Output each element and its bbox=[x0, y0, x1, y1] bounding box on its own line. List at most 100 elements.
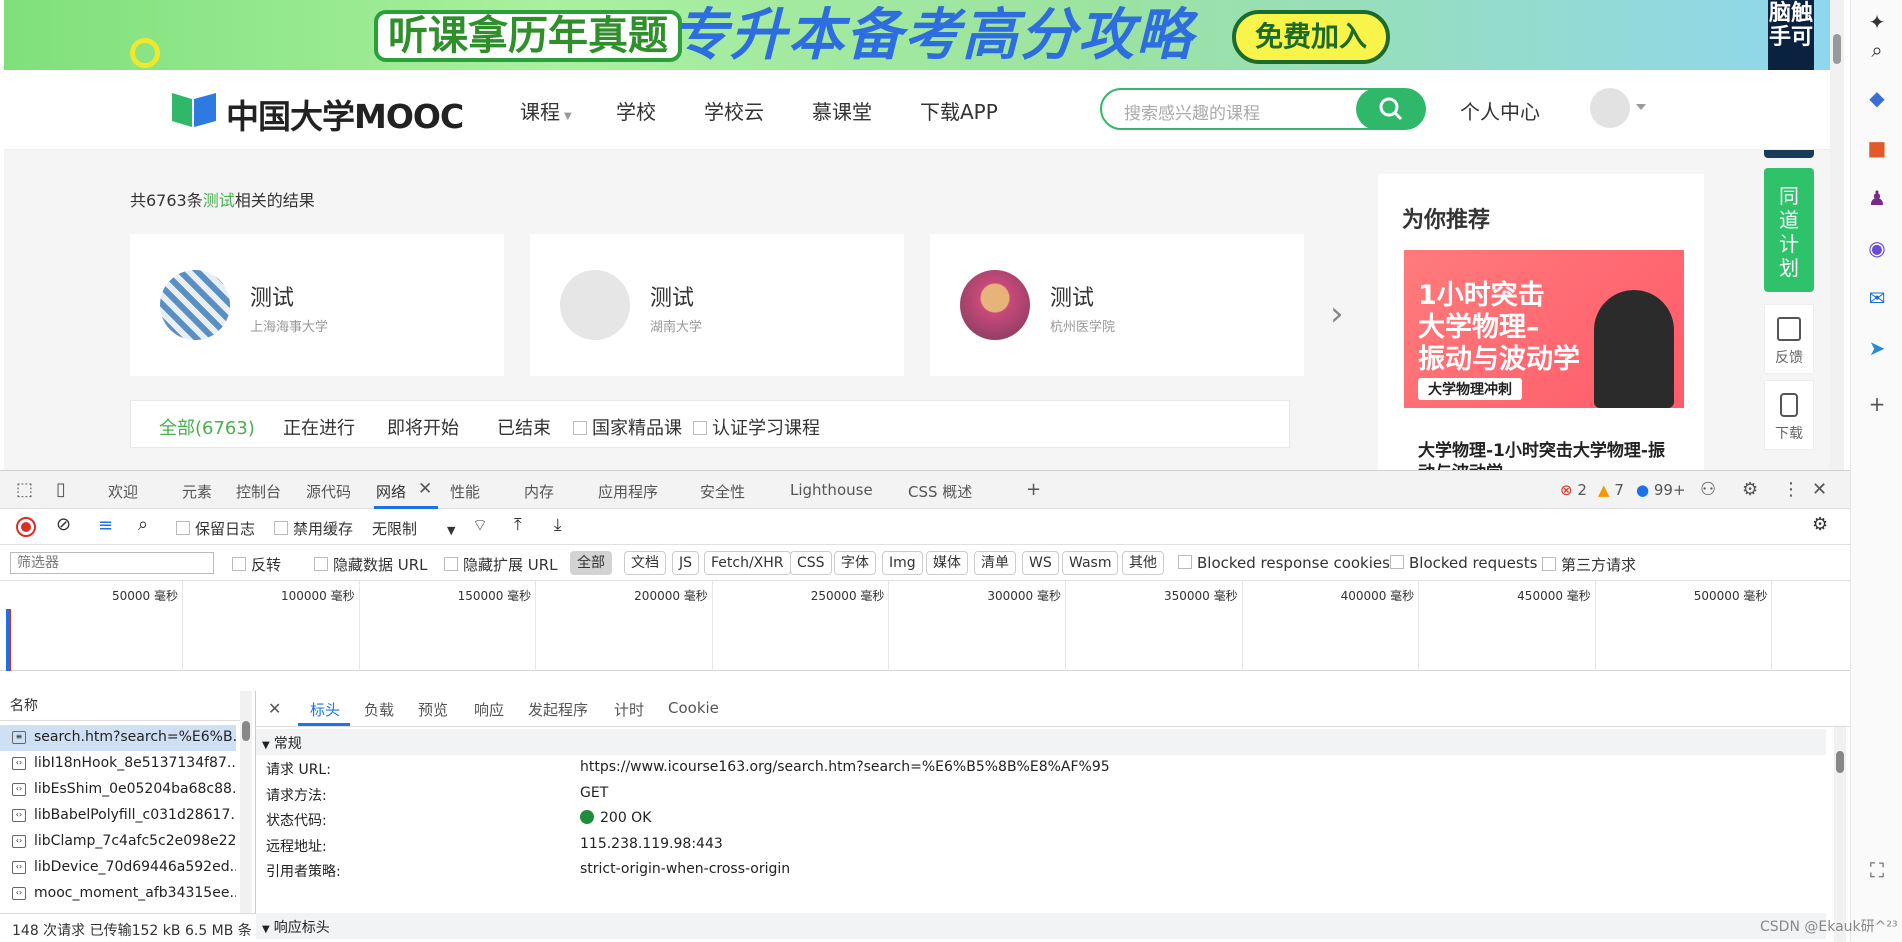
tab-sources[interactable]: 源代码 bbox=[306, 481, 351, 502]
chip-all[interactable]: 全部 bbox=[570, 551, 612, 575]
nav-download-app[interactable]: 下载APP bbox=[920, 96, 998, 125]
wifi-icon[interactable]: ⌔ bbox=[472, 515, 488, 536]
disable-cache-checkbox[interactable]: 禁用缓存 bbox=[274, 518, 353, 539]
page-scrollbar[interactable] bbox=[1830, 0, 1844, 470]
close-icon[interactable]: ✕ bbox=[418, 479, 432, 499]
network-timeline[interactable]: 50000 毫秒 100000 毫秒 150000 毫秒 200000 毫秒 25000… bbox=[0, 581, 1850, 671]
games-icon[interactable]: ♟ bbox=[1865, 186, 1889, 210]
chip-font[interactable]: 字体 bbox=[834, 551, 876, 575]
chip-fetch[interactable]: Fetch/XHR bbox=[704, 551, 791, 575]
filter-certified[interactable]: 认证学习课程 bbox=[693, 414, 820, 440]
tab-payload[interactable]: 负载 bbox=[364, 699, 394, 720]
chevron-down-icon[interactable] bbox=[1636, 104, 1646, 110]
top-banner-ad[interactable]: 听课拿历年真题 专升本备考高分攻略 免费加入 脑触手可 bbox=[4, 0, 1830, 70]
tab-performance[interactable]: 性能 bbox=[450, 481, 480, 502]
download-button[interactable]: 下载 bbox=[1764, 380, 1814, 450]
hide-data-url-checkbox[interactable]: 隐藏数据 URL bbox=[314, 554, 428, 575]
tab-console[interactable]: 控制台 bbox=[236, 481, 281, 502]
filter-upcoming[interactable]: 即将开始 bbox=[387, 414, 459, 440]
search-button[interactable] bbox=[1356, 88, 1426, 130]
inspect-icon[interactable]: ⬚ bbox=[16, 479, 33, 500]
request-row[interactable]: ‹› libBabelPolyfill_c031d28617... bbox=[0, 803, 236, 829]
general-section-header[interactable]: ▼ 常规 bbox=[256, 729, 1826, 755]
nav-school-cloud[interactable]: 学校云 bbox=[704, 96, 764, 125]
search-input[interactable]: 搜索感兴趣的课程 bbox=[1124, 99, 1260, 124]
chip-ws[interactable]: WS bbox=[1022, 551, 1059, 575]
blocked-cookies-checkbox[interactable]: Blocked response cookies bbox=[1178, 554, 1390, 572]
side-plan-button[interactable]: 同道计划 bbox=[1764, 168, 1814, 292]
clear-icon[interactable]: ⊘ bbox=[56, 514, 71, 535]
response-headers-section[interactable]: ▼ 响应标头 bbox=[256, 913, 1826, 939]
tab-cookie[interactable]: Cookie bbox=[668, 699, 719, 717]
blocked-requests-checkbox[interactable]: Blocked requests bbox=[1390, 554, 1537, 572]
checkbox[interactable] bbox=[693, 421, 707, 435]
request-row[interactable]: ‹› libClamp_7c4afc5c2e098e22... bbox=[0, 829, 236, 855]
personal-center-link[interactable]: 个人中心 bbox=[1460, 96, 1540, 125]
filter-icon[interactable]: ≡ bbox=[98, 515, 113, 536]
chip-js[interactable]: JS bbox=[672, 551, 700, 575]
tab-preview[interactable]: 预览 bbox=[418, 699, 448, 720]
more-tabs-icon[interactable]: + bbox=[1026, 479, 1041, 500]
tab-headers[interactable]: 标头 bbox=[310, 699, 340, 720]
screenshot-icon[interactable]: ⛶ bbox=[1865, 858, 1889, 882]
chip-other[interactable]: 其他 bbox=[1122, 551, 1164, 575]
chip-media[interactable]: 媒体 bbox=[926, 551, 968, 575]
site-logo-text[interactable]: 中国大学MOOC bbox=[226, 90, 464, 138]
tab-response[interactable]: 响应 bbox=[474, 699, 504, 720]
nav-mooc-class[interactable]: 慕课堂 bbox=[812, 96, 872, 125]
more-vert-icon[interactable]: ⋮ bbox=[1782, 479, 1800, 500]
tag-icon[interactable]: ◆ bbox=[1865, 86, 1889, 110]
tab-css-overview[interactable]: CSS 概述 bbox=[908, 481, 972, 502]
filter-national-quality[interactable]: 国家精品课 bbox=[573, 414, 682, 440]
scrollbar-thumb[interactable] bbox=[1833, 34, 1841, 64]
filter-all[interactable]: 全部(6763) bbox=[159, 414, 255, 440]
request-row[interactable]: ‹› libEsShim_0e05204ba68c88... bbox=[0, 777, 236, 803]
request-row[interactable]: ≡ search.htm?search=%E6%B... bbox=[0, 725, 236, 751]
gear-icon[interactable]: ⚙ bbox=[1812, 514, 1828, 535]
filter-input[interactable]: 筛选器 bbox=[10, 552, 214, 574]
search-icon[interactable]: ⌕ bbox=[1865, 38, 1889, 62]
school-card[interactable]: 测试 杭州医学院 bbox=[930, 234, 1304, 376]
school-card[interactable]: 测试 湖南大学 bbox=[530, 234, 904, 376]
checkbox[interactable] bbox=[573, 421, 587, 435]
search-icon[interactable]: ⌕ bbox=[138, 514, 148, 535]
office-icon[interactable]: ◉ bbox=[1865, 236, 1889, 260]
hide-ext-url-checkbox[interactable]: 隐藏扩展 URL bbox=[444, 554, 558, 575]
tab-elements[interactable]: 元素 bbox=[182, 481, 212, 502]
request-list-scrollbar[interactable] bbox=[240, 691, 252, 913]
tab-timing[interactable]: 计时 bbox=[614, 699, 644, 720]
name-column-header[interactable]: 名称 bbox=[0, 691, 240, 721]
nav-courses[interactable]: 课程 ▼ bbox=[520, 96, 572, 125]
copilot-icon[interactable]: ✦ bbox=[1865, 10, 1889, 34]
banner-join-button[interactable]: 免费加入 bbox=[1232, 10, 1390, 64]
upload-icon[interactable]: ⤒ bbox=[514, 515, 522, 535]
feedback-button[interactable]: 反馈 bbox=[1764, 304, 1814, 374]
chip-img[interactable]: Img bbox=[882, 551, 923, 575]
close-icon[interactable]: ✕ bbox=[1812, 479, 1827, 500]
add-icon[interactable]: + bbox=[1865, 392, 1889, 416]
chip-wasm[interactable]: Wasm bbox=[1062, 551, 1119, 575]
record-button[interactable] bbox=[16, 517, 36, 537]
tab-initiator[interactable]: 发起程序 bbox=[528, 699, 588, 720]
close-icon[interactable]: ✕ bbox=[268, 699, 281, 718]
site-search[interactable]: 搜索感兴趣的课程 bbox=[1100, 88, 1426, 130]
gear-icon[interactable]: ⚙ bbox=[1742, 479, 1758, 500]
device-toolbar-icon[interactable]: ▯ bbox=[56, 479, 66, 500]
request-row[interactable]: ‹› mooc_moment_afb34315ee... bbox=[0, 881, 236, 907]
request-row[interactable]: ‹› libI18nHook_8e5137134f87... bbox=[0, 751, 236, 777]
message-count[interactable]: ● 99+ bbox=[1636, 481, 1686, 499]
toolbox-icon[interactable]: ■ bbox=[1865, 136, 1889, 160]
invert-checkbox[interactable]: 反转 bbox=[232, 554, 281, 575]
people-icon[interactable]: ⚇ bbox=[1700, 479, 1716, 500]
filter-ended[interactable]: 已结束 bbox=[497, 414, 551, 440]
error-count[interactable]: ⊗ 2 bbox=[1560, 481, 1587, 499]
mooc-logo-icon[interactable] bbox=[168, 89, 220, 129]
chip-doc[interactable]: 文档 bbox=[624, 551, 666, 575]
outlook-icon[interactable]: ✉ bbox=[1865, 286, 1889, 310]
request-row[interactable]: ‹› libDevice_70d69446a592ed... bbox=[0, 855, 236, 881]
download-icon[interactable]: ⤓ bbox=[554, 515, 562, 535]
school-card[interactable]: 测试 上海海事大学 bbox=[130, 234, 504, 376]
tab-welcome[interactable]: 欢迎 bbox=[108, 481, 138, 502]
tab-application[interactable]: 应用程序 bbox=[598, 481, 658, 502]
preserve-log-checkbox[interactable]: 保留日志 bbox=[176, 518, 255, 539]
